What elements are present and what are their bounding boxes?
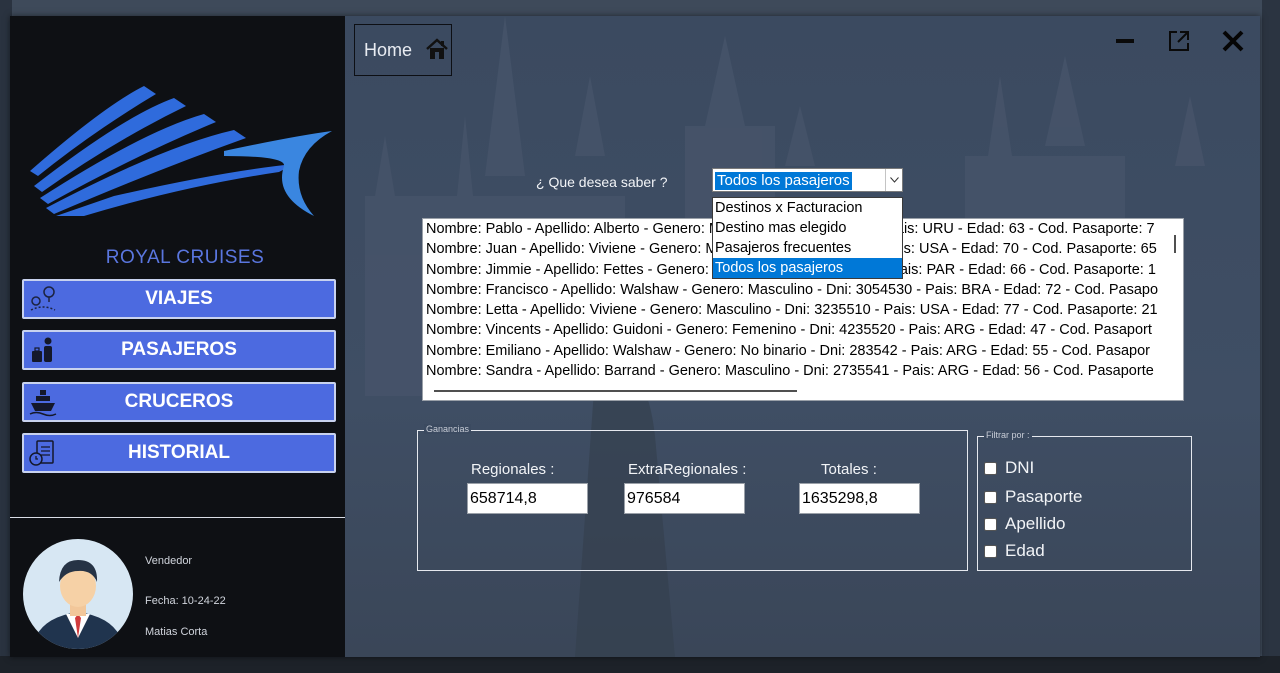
- app-window: ROYAL CRUISES VIAJES PASAJEROS CRUCEROS …: [10, 16, 1260, 657]
- nav-viajes-label: VIAJES: [145, 288, 213, 309]
- maximize-button[interactable]: [1166, 28, 1192, 54]
- list-item[interactable]: Nombre: Francisco - Apellido: Walshaw - …: [423, 280, 1166, 300]
- checkbox[interactable]: [984, 461, 997, 475]
- list-item[interactable]: Nombre: Sandra - Apellido: Barrand - Gen…: [423, 361, 1166, 381]
- filter-dni-label: DNI: [1005, 458, 1035, 477]
- close-icon: [1222, 30, 1244, 52]
- user-avatar: [23, 539, 133, 649]
- list-item[interactable]: Nombre: Vincents - Apellido: Guidoni - G…: [423, 320, 1166, 340]
- extraregionales-label: ExtraRegionales :: [628, 461, 747, 478]
- map-pin-route-icon: [30, 286, 56, 311]
- user-name: Matias Corta: [145, 626, 208, 638]
- dropdown-option[interactable]: Destinos x Facturacion: [713, 198, 902, 218]
- close-button[interactable]: [1220, 28, 1246, 54]
- filter-apellido-label: Apellido: [1005, 514, 1066, 533]
- nav-historial-label: HISTORIAL: [127, 442, 231, 463]
- dropdown-option[interactable]: Destino mas elegido: [713, 218, 902, 238]
- list-item[interactable]: Nombre: Emiliano - Apellido: Walshaw - G…: [423, 341, 1166, 361]
- regionales-label: Regionales :: [471, 461, 555, 478]
- filter-legend: Filtrar por :: [984, 430, 1032, 440]
- extraregionales-field[interactable]: 976584: [624, 483, 745, 514]
- home-button[interactable]: Home: [354, 24, 452, 76]
- list-item[interactable]: Nombre: Letta - Apellido: Viviene - Gene…: [423, 300, 1166, 320]
- brand-name: ROYAL CRUISES: [105, 247, 265, 268]
- user-role: Vendedor: [145, 555, 193, 567]
- minimize-button[interactable]: [1112, 28, 1138, 54]
- checkbox[interactable]: [984, 517, 997, 531]
- query-dropdown-list: Destinos x Facturacion Destino mas elegi…: [712, 197, 903, 279]
- chevron-down-icon[interactable]: [885, 169, 902, 191]
- totales-label: Totales :: [821, 461, 877, 478]
- maximize-icon: [1169, 31, 1189, 51]
- filter-pasaporte-label: Pasaporte: [1005, 487, 1083, 506]
- filter-edad-label: Edad: [1005, 541, 1045, 560]
- horizontal-scrollbar[interactable]: [434, 390, 797, 392]
- minimize-icon: [1116, 39, 1134, 43]
- query-question: ¿ Que desea saber ?: [536, 174, 668, 190]
- ganancias-legend: Ganancias: [424, 424, 472, 434]
- vertical-scrollbar[interactable]: [1174, 235, 1176, 253]
- filter-edad-checkbox[interactable]: Edad: [984, 541, 1045, 561]
- passenger-luggage-icon: [32, 337, 52, 362]
- home-label: Home: [364, 39, 413, 60]
- nav-cruceros-button[interactable]: CRUCEROS: [22, 382, 336, 422]
- query-selected-value: Todos los pasajeros: [715, 172, 852, 190]
- filter-pasaporte-checkbox[interactable]: Pasaporte: [984, 487, 1083, 507]
- sidebar: ROYAL CRUISES VIAJES PASAJEROS CRUCEROS …: [10, 16, 345, 657]
- document-history-icon: [29, 440, 54, 466]
- cruise-ship-logo: [30, 86, 332, 216]
- sidebar-divider: [10, 517, 345, 518]
- ship-icon: [29, 390, 57, 417]
- nav-historial-button[interactable]: HISTORIAL: [22, 433, 336, 473]
- house-icon: [426, 38, 448, 59]
- user-date: Fecha: 10-24-22: [145, 595, 226, 607]
- dropdown-option-selected[interactable]: Todos los pasajeros: [713, 258, 902, 278]
- regionales-field[interactable]: 658714,8: [467, 483, 588, 514]
- nav-pasajeros-button[interactable]: PASAJEROS: [22, 330, 336, 370]
- totales-field[interactable]: 1635298,8: [799, 483, 920, 514]
- nav-viajes-button[interactable]: VIAJES: [22, 279, 336, 319]
- nav-cruceros-label: CRUCEROS: [124, 391, 234, 412]
- checkbox[interactable]: [984, 544, 997, 558]
- filter-apellido-checkbox[interactable]: Apellido: [984, 514, 1066, 534]
- filter-dni-checkbox[interactable]: DNI: [984, 458, 1034, 478]
- nav-pasajeros-label: PASAJEROS: [121, 339, 237, 360]
- dropdown-option[interactable]: Pasajeros frecuentes: [713, 238, 902, 258]
- checkbox[interactable]: [984, 490, 997, 504]
- query-select[interactable]: Todos los pasajeros: [712, 168, 903, 192]
